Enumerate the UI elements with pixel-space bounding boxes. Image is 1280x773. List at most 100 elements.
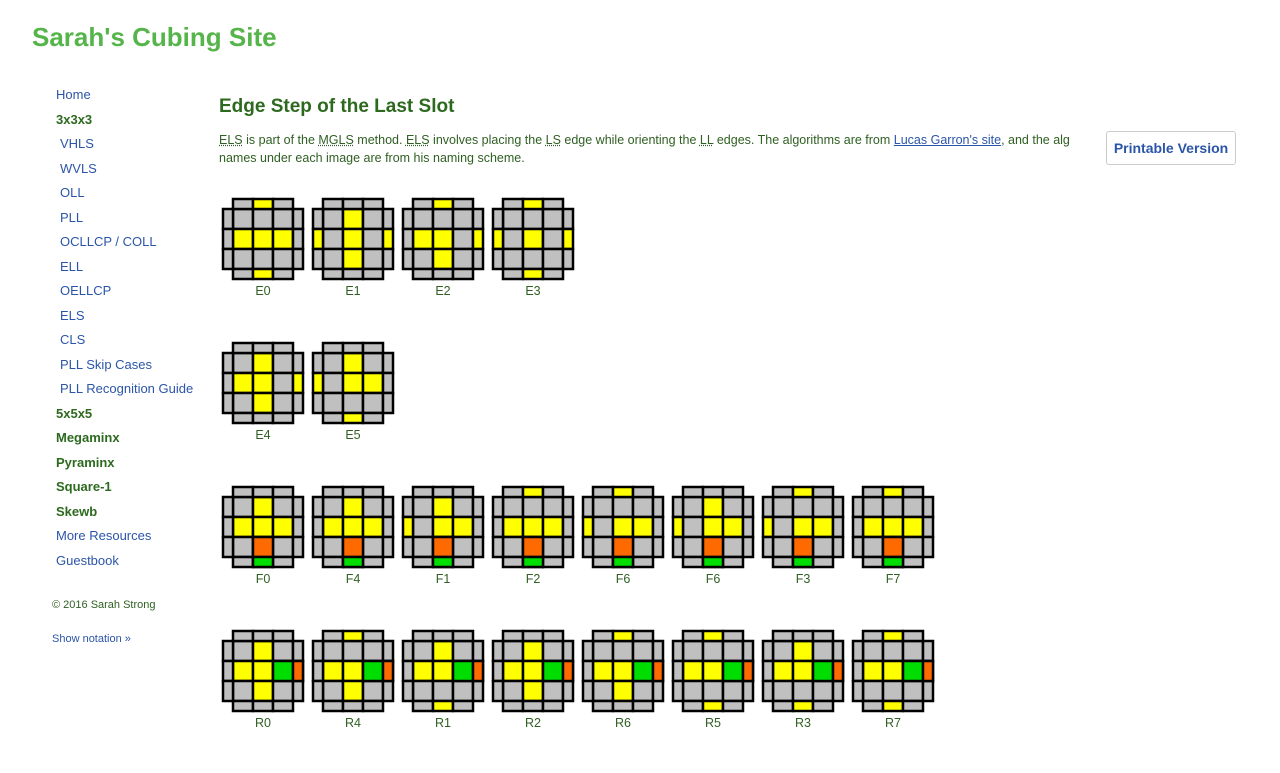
sidebar-item-3x3x3[interactable]: 3x3x3 [52, 109, 212, 134]
side-sticker [561, 535, 575, 559]
edge-sticker [541, 515, 565, 539]
case-item[interactable]: R6 [581, 629, 671, 773]
corner-sticker [361, 679, 385, 703]
case-item[interactable]: F6 [581, 485, 671, 629]
lucas-garron-link[interactable]: Lucas Garron's site [894, 133, 1001, 147]
side-sticker [631, 629, 655, 643]
sidebar-item-vhls[interactable]: VHLS [52, 133, 212, 158]
side-sticker [521, 629, 545, 643]
side-sticker [791, 629, 815, 643]
sidebar-item-5x5x5[interactable]: 5x5x5 [52, 403, 212, 428]
side-sticker [311, 391, 325, 415]
side-sticker [271, 267, 295, 281]
side-sticker [311, 639, 325, 663]
sidebar-item-ell[interactable]: ELL [52, 256, 212, 281]
slot-edge-sticker [341, 535, 365, 559]
case-item[interactable]: F0 [221, 485, 311, 629]
case-item[interactable]: E1 [311, 197, 401, 341]
side-sticker [291, 639, 305, 663]
sidebar-item-megaminx[interactable]: Megaminx [52, 427, 212, 452]
case-item[interactable]: R1 [401, 629, 491, 773]
corner-sticker [861, 535, 885, 559]
show-notation-link[interactable]: Show notation » [52, 633, 131, 645]
case-item[interactable]: E5 [311, 341, 401, 485]
side-sticker [561, 247, 575, 271]
edge-sticker [431, 247, 455, 271]
side-sticker [681, 485, 705, 499]
case-item[interactable]: F3 [761, 485, 851, 629]
case-item[interactable]: E3 [491, 197, 581, 341]
side-sticker [671, 495, 685, 519]
side-sticker [541, 485, 565, 499]
case-item[interactable]: R0 [221, 629, 311, 773]
sidebar-item-ocllcp-coll[interactable]: OCLLCP / COLL [52, 231, 212, 256]
sidebar-item-oellcp[interactable]: OELLCP [52, 280, 212, 305]
sidebar-item-home[interactable]: Home [52, 84, 212, 109]
side-sticker [581, 535, 595, 559]
case-item[interactable]: R4 [311, 629, 401, 773]
side-sticker [401, 495, 415, 519]
side-sticker [561, 207, 575, 231]
side-sticker [581, 515, 595, 539]
sidebar-item-wvls[interactable]: WVLS [52, 158, 212, 183]
corner-sticker [501, 679, 525, 703]
side-sticker [221, 679, 235, 703]
side-sticker [341, 699, 365, 713]
edge-sticker [341, 639, 365, 663]
case-item[interactable]: F1 [401, 485, 491, 629]
center-sticker [791, 659, 815, 683]
cube-diagram [311, 341, 395, 425]
copyright-text: © 2016 Sarah Strong [52, 599, 156, 611]
intro-text: edge while orienting the [560, 133, 700, 147]
side-sticker [921, 535, 935, 559]
sidebar-item-skewb[interactable]: Skewb [52, 501, 212, 526]
slot-edge-side-sticker [701, 555, 725, 569]
case-item[interactable]: E2 [401, 197, 491, 341]
sidebar-item-guestbook[interactable]: Guestbook [52, 550, 212, 575]
side-sticker [581, 659, 595, 683]
sidebar-item-pll-recognition-guide[interactable]: PLL Recognition Guide [52, 378, 212, 403]
edge-sticker [701, 639, 725, 663]
case-item[interactable]: F4 [311, 485, 401, 629]
site-title[interactable]: Sarah's Cubing Site [32, 20, 277, 54]
case-item[interactable]: F6 [671, 485, 761, 629]
side-sticker [471, 247, 485, 271]
corner-sticker [361, 391, 385, 415]
corner-sticker [681, 639, 705, 663]
edge-sticker [591, 515, 615, 539]
sidebar-item-square-1[interactable]: Square-1 [52, 476, 212, 501]
side-sticker [431, 267, 455, 281]
side-sticker [541, 699, 565, 713]
case-item[interactable]: R5 [671, 629, 761, 773]
side-sticker [311, 659, 325, 683]
corner-sticker [361, 247, 385, 271]
side-sticker [721, 699, 745, 713]
case-item[interactable]: R3 [761, 629, 851, 773]
case-label: F3 [795, 572, 811, 586]
sidebar-item-pyraminx[interactable]: Pyraminx [52, 452, 212, 477]
sidebar-item-cls[interactable]: CLS [52, 329, 212, 354]
cube-diagram [311, 629, 395, 713]
case-item[interactable]: E4 [221, 341, 311, 485]
edge-sticker [611, 679, 635, 703]
sidebar-item-pll[interactable]: PLL [52, 207, 212, 232]
case-item[interactable]: F2 [491, 485, 581, 629]
case-item[interactable]: E0 [221, 197, 311, 341]
sidebar-item-els[interactable]: ELS [52, 305, 212, 330]
edge-sticker [231, 515, 255, 539]
center-sticker [521, 227, 545, 251]
side-sticker [311, 351, 325, 375]
case-item[interactable]: R2 [491, 629, 581, 773]
slot-edge-sticker [791, 535, 815, 559]
sidebar-item-more-resources[interactable]: More Resources [52, 525, 212, 550]
case-item[interactable]: F7 [851, 485, 941, 629]
side-sticker [291, 207, 305, 231]
printable-version-button[interactable]: Printable Version [1106, 131, 1236, 165]
sidebar-item-pll-skip-cases[interactable]: PLL Skip Cases [52, 354, 212, 379]
sidebar-item-oll[interactable]: OLL [52, 182, 212, 207]
corner-sticker [501, 207, 525, 231]
side-sticker [901, 555, 925, 569]
side-sticker [561, 515, 575, 539]
case-item[interactable]: R7 [851, 629, 941, 773]
cube-diagram [221, 629, 305, 713]
